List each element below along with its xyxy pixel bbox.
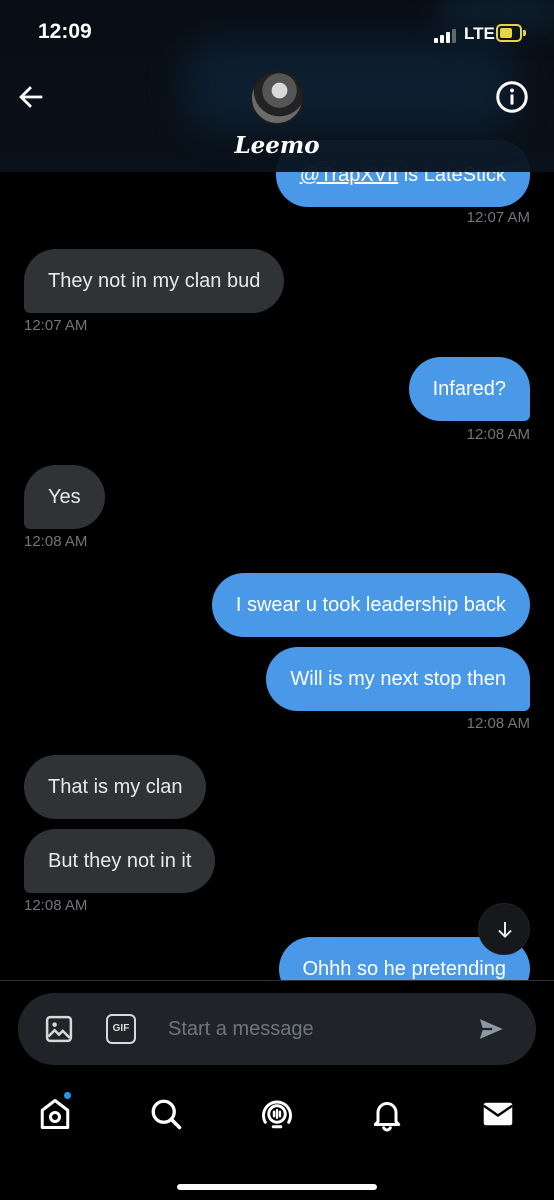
search-icon (151, 1099, 182, 1130)
network-label: LTE (464, 24, 495, 43)
message-text: Yes (48, 486, 81, 508)
message-text: But they not in it (48, 850, 192, 872)
message-incoming[interactable]: That is my clan (24, 755, 207, 819)
status-bar: 12:09 LTE (0, 0, 554, 68)
notification-dot (64, 1092, 71, 1099)
info-icon (496, 81, 528, 113)
message-text: They not in my clan bud (48, 270, 261, 292)
bottom-navigation (0, 1080, 554, 1200)
scroll-to-bottom-button[interactable] (478, 903, 530, 955)
image-icon (45, 1015, 73, 1043)
message-text: Will is my next stop then (290, 668, 506, 690)
spaces-icon (262, 1100, 292, 1129)
add-image-button[interactable] (44, 1014, 74, 1044)
message-incoming[interactable]: They not in my clan bud (24, 249, 285, 313)
send-button[interactable] (476, 1015, 506, 1043)
bell-icon (373, 1102, 401, 1132)
back-button[interactable] (14, 80, 48, 114)
message-timestamp: 12:08 AM (24, 897, 88, 914)
message-text: Ohhh so he pretending (302, 958, 507, 980)
message-text: That is my clan (48, 776, 183, 798)
mail-icon (483, 1102, 513, 1126)
nav-spaces[interactable] (259, 1096, 295, 1132)
contact-name[interactable]: Leemo (0, 132, 554, 159)
avatar[interactable] (250, 71, 304, 125)
status-time: 12:09 (38, 20, 92, 43)
home-icon (40, 1099, 70, 1129)
signal-icon (434, 29, 456, 43)
message-outgoing[interactable]: Infared? (408, 357, 530, 421)
message-timestamp: 12:07 AM (24, 317, 88, 334)
composer-bar: GIF (0, 980, 554, 1080)
message-timestamp: 12:08 AM (466, 426, 530, 443)
nav-messages[interactable] (480, 1096, 516, 1132)
message-composer: GIF (18, 993, 536, 1065)
nav-notifications[interactable] (369, 1096, 405, 1132)
info-button[interactable] (494, 79, 530, 115)
send-icon (479, 1019, 503, 1039)
arrow-left-icon (19, 86, 43, 108)
message-input[interactable] (168, 1014, 468, 1044)
message-incoming[interactable]: But they not in it (24, 829, 216, 893)
message-text: Infared? (432, 378, 506, 400)
arrow-down-icon (498, 922, 512, 938)
conversation-header: 12:09 LTE Leemo (0, 0, 554, 172)
message-outgoing[interactable]: I swear u took leadership back (211, 573, 530, 637)
gif-button[interactable]: GIF (106, 1014, 136, 1044)
message-timestamp: 12:08 AM (24, 533, 88, 550)
nav-home[interactable] (37, 1092, 73, 1132)
message-timestamp: 12:08 AM (466, 715, 530, 732)
message-timestamp: 12:07 AM (466, 209, 530, 226)
message-text: I swear u took leadership back (235, 594, 506, 616)
home-indicator[interactable] (177, 1184, 377, 1190)
battery-icon (496, 24, 526, 42)
nav-search[interactable] (148, 1096, 184, 1132)
message-incoming[interactable]: Yes (24, 465, 105, 529)
message-outgoing[interactable]: Will is my next stop then (266, 647, 530, 711)
